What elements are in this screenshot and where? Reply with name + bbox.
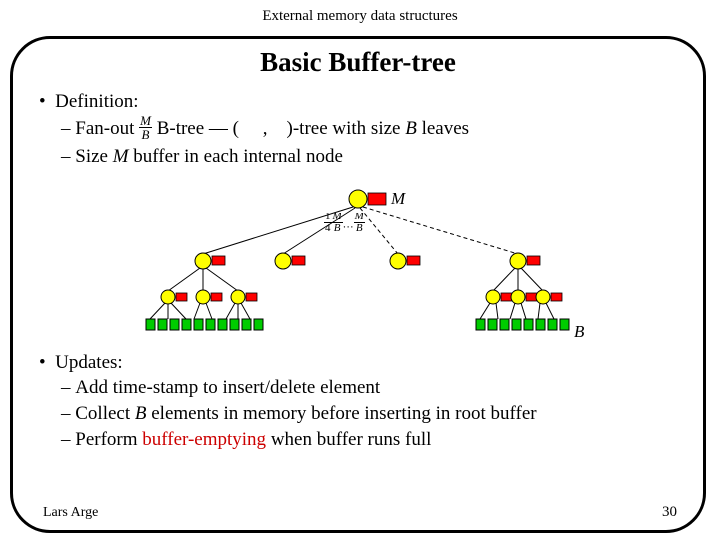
footer-page-number: 30 bbox=[662, 504, 677, 521]
root-buffer-label: M bbox=[390, 189, 406, 208]
course-header: External memory data structures bbox=[0, 8, 720, 25]
content-area: • Definition: – Fan-out MB B-tree — ( , … bbox=[13, 90, 703, 452]
footer-author: Lars Arge bbox=[43, 505, 98, 521]
slide-frame: Basic Buffer-tree • Definition: – Fan-ou… bbox=[10, 36, 706, 533]
buffer-tree-diagram: M 14MB…MB bbox=[88, 179, 628, 349]
slide-title: Basic Buffer-tree bbox=[13, 47, 703, 78]
definition-line-1: – Fan-out MB B-tree — ( , )-tree with si… bbox=[61, 116, 677, 143]
leaf-size-label: B bbox=[574, 322, 585, 341]
updates-line-2: – Collect B elements in memory before in… bbox=[61, 402, 677, 426]
definition-head: • Definition: bbox=[39, 90, 677, 114]
updates-line-3: – Perform buffer-emptying when buffer ru… bbox=[61, 428, 677, 452]
updates-line-1: – Add time-stamp to insert/delete elemen… bbox=[61, 376, 677, 400]
definition-line-2: – Size M buffer in each internal node bbox=[61, 145, 677, 169]
updates-head: • Updates: bbox=[39, 351, 677, 375]
